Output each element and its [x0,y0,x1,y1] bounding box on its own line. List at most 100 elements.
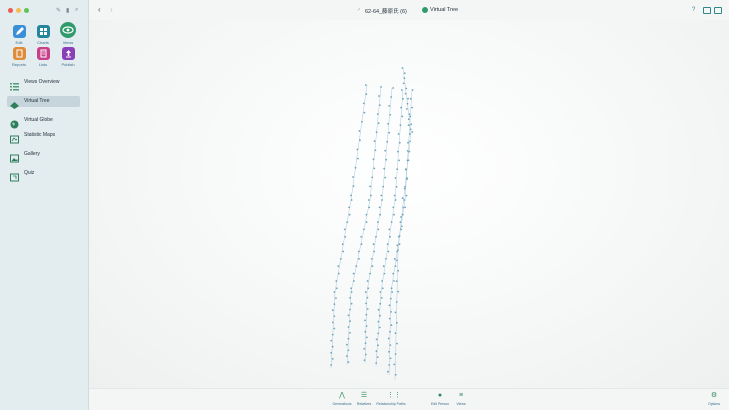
tree-node[interactable] [384,176,387,179]
relatives-button[interactable]: ☰ Relatives [354,392,374,406]
tree-node[interactable] [366,336,368,339]
tree-node[interactable] [394,177,397,179]
tree-node[interactable] [349,320,351,323]
tree-node[interactable] [409,128,412,131]
tree-node[interactable] [331,333,334,336]
tree-node[interactable] [366,308,369,310]
tree-node[interactable] [389,330,391,333]
tree-node[interactable] [347,349,350,352]
tree-node[interactable] [376,221,379,224]
tree-node[interactable] [411,106,413,109]
tree-node[interactable] [383,167,386,170]
tree-node[interactable] [393,213,395,216]
tree-node[interactable] [357,157,359,160]
tree-node[interactable] [370,258,373,260]
tree-node[interactable] [378,206,381,209]
tree-node[interactable] [358,258,360,260]
edit-tool-button[interactable]: Edit [6,25,32,45]
tree-node[interactable] [377,228,380,231]
tree-node[interactable] [400,228,402,231]
tree-node[interactable] [406,177,408,179]
tree-node[interactable] [337,272,340,275]
tree-node[interactable] [377,122,380,125]
tree-node[interactable] [380,194,383,197]
tree-node[interactable] [409,97,412,100]
tree-node[interactable] [411,89,414,91]
tree-node[interactable] [401,115,404,118]
tree-node[interactable] [348,206,350,209]
tree-node[interactable] [401,67,404,69]
tree-node[interactable] [397,235,400,238]
tree-node[interactable] [356,148,359,151]
options-button[interactable]: ⚙ Options [704,392,724,406]
bookmark-icon[interactable]: ▮ [66,7,69,14]
tree-node[interactable] [350,291,353,293]
views-tool-button[interactable]: Views [55,22,81,45]
sidebar-item-views-overview[interactable]: Views Overview [7,77,80,91]
tree-node[interactable] [377,308,380,311]
tree-node[interactable] [388,105,391,107]
tree-node[interactable] [403,72,406,74]
tree-node[interactable] [378,104,381,106]
tree-node[interactable] [373,250,376,253]
tree-node[interactable] [371,176,374,179]
tree-node[interactable] [375,235,377,238]
tree-node[interactable] [342,250,345,253]
tree-node[interactable] [375,362,378,364]
tree-node[interactable] [388,350,390,353]
tree-node[interactable] [353,280,355,282]
tree-node[interactable] [364,342,367,344]
tree-node[interactable] [331,309,334,312]
tree-node[interactable] [389,114,392,116]
tree-node[interactable] [389,357,392,360]
tree-node[interactable] [396,342,398,345]
sidebar-item-quiz[interactable]: Quiz [7,168,80,182]
sidebar-item-gallery[interactable]: Gallery [7,149,80,163]
tree-node[interactable] [397,269,399,272]
sidebar-item-virtual-tree[interactable]: Virtual Tree [7,96,80,109]
search-icon[interactable]: ⌕ [75,7,78,14]
tree-node[interactable] [404,185,407,188]
tree-node[interactable] [388,364,391,366]
sidebar-toggle-icon[interactable] [714,7,722,14]
virtual-tree-canvas[interactable] [89,20,729,388]
tree-node[interactable] [403,199,406,201]
tree-node[interactable] [381,280,383,282]
tree-node[interactable] [370,194,372,197]
tree-node[interactable] [379,314,381,317]
tree-node[interactable] [344,235,347,238]
tree-node[interactable] [379,291,382,293]
tree-node[interactable] [343,228,346,231]
tree-node[interactable] [396,321,398,324]
tree-node[interactable] [397,133,400,135]
tree-node[interactable] [407,141,409,144]
tree-node[interactable] [404,168,407,171]
tree-node[interactable] [361,120,363,123]
tree-node[interactable] [331,358,334,360]
tree-node[interactable] [333,303,336,306]
tree-node[interactable] [373,140,376,143]
tree-node[interactable] [346,221,349,224]
tree-node[interactable] [346,355,348,358]
publish-tool-button[interactable]: Publish [55,47,81,67]
tree-node[interactable] [349,296,351,299]
tree-node[interactable] [388,304,391,307]
tree-node[interactable] [391,291,394,293]
tree-node[interactable] [360,235,363,238]
tree-node[interactable] [407,124,410,127]
tree-node[interactable] [396,168,399,171]
tree-node[interactable] [367,287,370,290]
tree-node[interactable] [352,176,354,178]
tree-node[interactable] [378,95,380,97]
tree-node[interactable] [365,213,368,216]
tree-node[interactable] [379,302,382,305]
tree-node[interactable] [390,311,392,313]
tree-node[interactable] [409,115,412,118]
tree-node[interactable] [365,302,367,305]
tree-node[interactable] [394,311,397,314]
tree-node[interactable] [377,344,379,347]
tree-node[interactable] [377,332,380,335]
help-icon[interactable]: ? [692,7,695,13]
tree-node[interactable] [385,258,387,260]
tree-node[interactable] [387,250,390,253]
